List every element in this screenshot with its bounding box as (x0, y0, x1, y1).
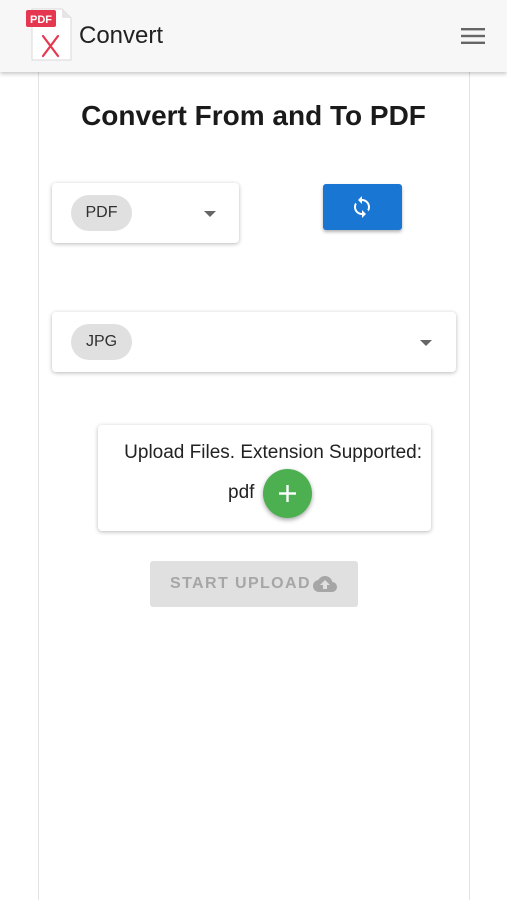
to-format-chip: JPG (71, 324, 132, 360)
app-logo: PDF (24, 6, 74, 62)
hamburger-menu-icon (461, 28, 485, 44)
upload-label: Upload Files. Extension Supported: (124, 442, 422, 463)
chevron-down-icon (420, 340, 432, 346)
page-heading: Convert From and To PDF (81, 100, 426, 131)
to-format-select[interactable]: JPG (52, 312, 456, 372)
logo-text: PDF (30, 14, 52, 26)
from-format-chip: PDF (71, 195, 132, 231)
add-file-button[interactable] (263, 469, 312, 518)
app-title: Convert (79, 22, 164, 49)
supported-extension: pdf (228, 482, 255, 503)
pdf-file-icon: PDF (26, 8, 72, 61)
plus-icon (279, 485, 296, 502)
start-upload-button[interactable]: START UPLOAD (150, 561, 358, 607)
refresh-swap-icon (354, 196, 370, 218)
start-upload-label: START UPLOAD (170, 575, 311, 592)
swap-formats-button[interactable] (323, 184, 402, 230)
cloud-upload-icon (313, 576, 337, 592)
chevron-down-icon (204, 211, 216, 217)
upload-card: Upload Files. Extension Supported: pdf (98, 425, 431, 531)
from-format-select[interactable]: PDF (52, 183, 239, 243)
app-bar: PDF Convert (0, 0, 507, 72)
menu-button[interactable] (458, 23, 488, 49)
